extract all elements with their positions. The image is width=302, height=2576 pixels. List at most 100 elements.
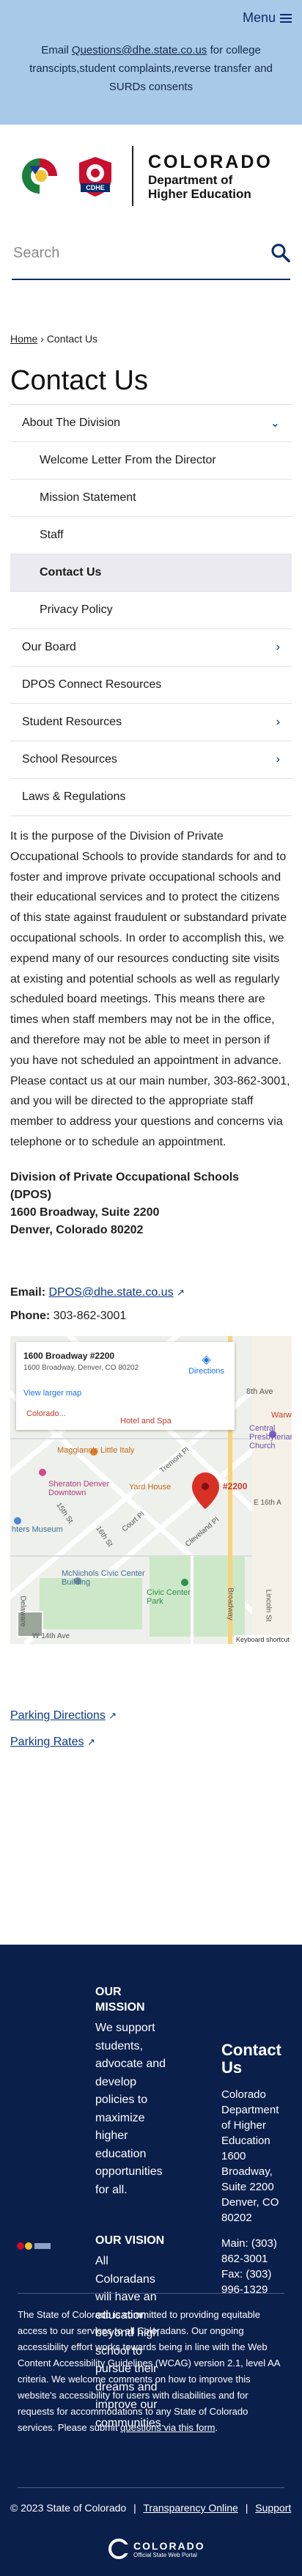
- nav-privacy-policy[interactable]: Privacy Policy: [10, 592, 292, 629]
- top-banner: Menu Email Questions@dhe.state.co.us for…: [0, 0, 302, 125]
- colorado-c-logo-icon: [108, 2539, 129, 2559]
- copyright-text: © 2023 State of Colorado: [10, 2502, 127, 2514]
- breadcrumb-current: Contact Us: [46, 333, 98, 345]
- email-line: Email: DPOS@dhe.state.co.us ↗: [10, 1286, 292, 1299]
- intro-paragraph: It is the purpose of the Division of Pri…: [10, 830, 290, 1148]
- banner-email-link[interactable]: Questions@dhe.state.co.us: [72, 44, 207, 56]
- logo-divider: [132, 146, 133, 206]
- nav-label: Student Resources: [22, 716, 122, 728]
- separator: |: [133, 2502, 136, 2514]
- address-line: Division of Private Occupational Schools: [10, 1170, 240, 1184]
- footer-contact: Contact Us Colorado Department of Higher…: [221, 2041, 287, 2297]
- directions-label: Directions: [188, 1366, 224, 1376]
- nav-label: Mission Statement: [40, 491, 136, 504]
- nav-contact-us[interactable]: Contact Us: [10, 554, 292, 592]
- page-title: Contact Us: [10, 365, 148, 396]
- footer-contact-main: Main: (303) 862-3001: [221, 2237, 277, 2265]
- portal-title: COLORADO: [133, 2539, 205, 2552]
- email-link[interactable]: DPOS@dhe.state.co.us: [48, 1286, 173, 1299]
- map-place-address: 1600 Broadway, Denver, CO 80202: [23, 1363, 139, 1372]
- search-icon[interactable]: [271, 243, 290, 263]
- mission-title: OUR MISSION: [95, 1986, 145, 2014]
- phone-line: Phone: 303-862-3001: [10, 1310, 292, 1323]
- phone-number: 303-862-3001: [53, 1309, 127, 1322]
- parking-links: Parking Directions ↗ Parking Rates ↗: [10, 1703, 292, 1755]
- logo-title: COLORADO: [148, 151, 273, 172]
- nav-staff[interactable]: Staff: [10, 517, 292, 554]
- map-label: hters Museum: [12, 1524, 63, 1534]
- footer-bottom-links: © 2023 State of Colorado | Transparency …: [10, 2502, 292, 2514]
- menu-label: Menu: [242, 10, 276, 25]
- chevron-right-icon: ›: [276, 753, 280, 766]
- logo-text: COLORADO Department of Higher Education: [148, 152, 273, 201]
- nav-our-board[interactable]: Our Board ›: [10, 629, 292, 667]
- nav-label: Our Board: [22, 641, 76, 653]
- vision-title: OUR VISION: [95, 2234, 165, 2247]
- map-label: Yard House: [129, 1482, 172, 1491]
- accessibility-form-link[interactable]: questions via this form: [120, 2422, 215, 2433]
- nav-label: Staff: [40, 529, 64, 541]
- map-label: E 16th A: [254, 1498, 281, 1507]
- breadcrumb-home[interactable]: Home: [10, 333, 37, 345]
- footer-logo-icon[interactable]: [16, 2241, 51, 2251]
- nav-about-division[interactable]: About The Division ⌄: [10, 405, 292, 442]
- nav-student-resources[interactable]: Student Resources ›: [10, 704, 292, 741]
- hamburger-icon: [280, 13, 292, 23]
- map-place-title: 1600 Broadway #2200: [23, 1350, 115, 1361]
- view-larger-map-link[interactable]: View larger map: [23, 1389, 81, 1398]
- accessibility-text: The State of Colorado is committed to pr…: [18, 2309, 280, 2433]
- nav-laws-regulations[interactable]: Laws & Regulations: [10, 779, 292, 816]
- map-label: McNichols Civic Center Building: [62, 1568, 145, 1587]
- nav-label: Privacy Policy: [40, 603, 113, 616]
- nav-dpos-connect[interactable]: DPOS Connect Resources: [10, 667, 292, 704]
- nav-label: School Resources: [22, 753, 117, 766]
- search-input[interactable]: [12, 243, 235, 263]
- cdhe-badge-icon: CDHE: [73, 154, 117, 198]
- parking-directions-link[interactable]: Parking Directions: [10, 1709, 106, 1722]
- nav-school-resources[interactable]: School Resources ›: [10, 741, 292, 779]
- section-nav: About The Division ⌄ Welcome Letter From…: [10, 404, 292, 816]
- parking-rates-link[interactable]: Parking Rates: [10, 1736, 84, 1748]
- announcement-text: Email Questions@dhe.state.co.us for coll…: [18, 41, 284, 96]
- map-label: 8th Ave: [246, 1387, 273, 1396]
- nav-welcome-letter[interactable]: Welcome Letter From the Director: [10, 442, 292, 480]
- external-link-icon: ↗: [177, 1286, 185, 1298]
- mission-text: We support students, advocate and develo…: [95, 2022, 166, 2196]
- transparency-online-link[interactable]: Transparency Online: [143, 2502, 237, 2514]
- nav-label: Laws & Regulations: [22, 790, 126, 803]
- map-pin-icon[interactable]: [192, 1472, 220, 1509]
- nav-label: Welcome Letter From the Director: [40, 454, 216, 466]
- map-label: Maggiano's Little Italy: [57, 1445, 135, 1455]
- phone-label: Phone:: [10, 1309, 51, 1322]
- directions-icon: ◈: [202, 1353, 211, 1366]
- site-logo[interactable]: CDHE COLORADO Department of Higher Educa…: [0, 125, 302, 227]
- logo-subtitle-2: Higher Education: [148, 186, 251, 201]
- chevron-right-icon: ›: [276, 716, 280, 728]
- portal-subtitle: Official State Web Portal: [133, 2551, 197, 2558]
- nav-mission-statement[interactable]: Mission Statement: [10, 480, 292, 517]
- address-line: (DPOS): [10, 1188, 51, 1201]
- map-label: Colorado...: [26, 1409, 66, 1418]
- email-label: Email:: [10, 1285, 46, 1299]
- map-label: Civic Center Park: [147, 1588, 191, 1606]
- directions-button[interactable]: ◈ Directions: [188, 1352, 224, 1376]
- menu-button[interactable]: Menu: [243, 10, 292, 26]
- embedded-map[interactable]: 1600 Broadway #2200 1600 Broadway, Denve…: [10, 1335, 292, 1644]
- footer-divider: [18, 2293, 284, 2294]
- chevron-right-icon: ›: [276, 641, 280, 653]
- state-portal-logo[interactable]: COLORADO Official State Web Portal: [108, 2539, 205, 2559]
- nav-label: Contact Us: [40, 566, 102, 579]
- support-link[interactable]: Support: [255, 2502, 291, 2514]
- map-label: Delaware: [18, 1596, 27, 1627]
- nav-label: About The Division: [22, 417, 120, 429]
- external-link-icon: ↗: [86, 1736, 95, 1747]
- logo-subtitle-1: Department of: [148, 172, 233, 187]
- map-label: Sheraton Denver Downtown: [48, 1479, 110, 1497]
- cdhe-badge-text: CDHE: [86, 184, 105, 191]
- map-label: Central Presbyterian Church: [249, 1423, 292, 1450]
- map-label: Broadway: [226, 1588, 235, 1621]
- address-line: Denver, Colorado 80202: [10, 1223, 144, 1236]
- map-label: Lincoln St: [264, 1589, 273, 1622]
- map-keyboard-shortcuts[interactable]: Keyboard shortcut: [233, 1634, 292, 1644]
- map-label: Hotel and Spa: [120, 1416, 172, 1425]
